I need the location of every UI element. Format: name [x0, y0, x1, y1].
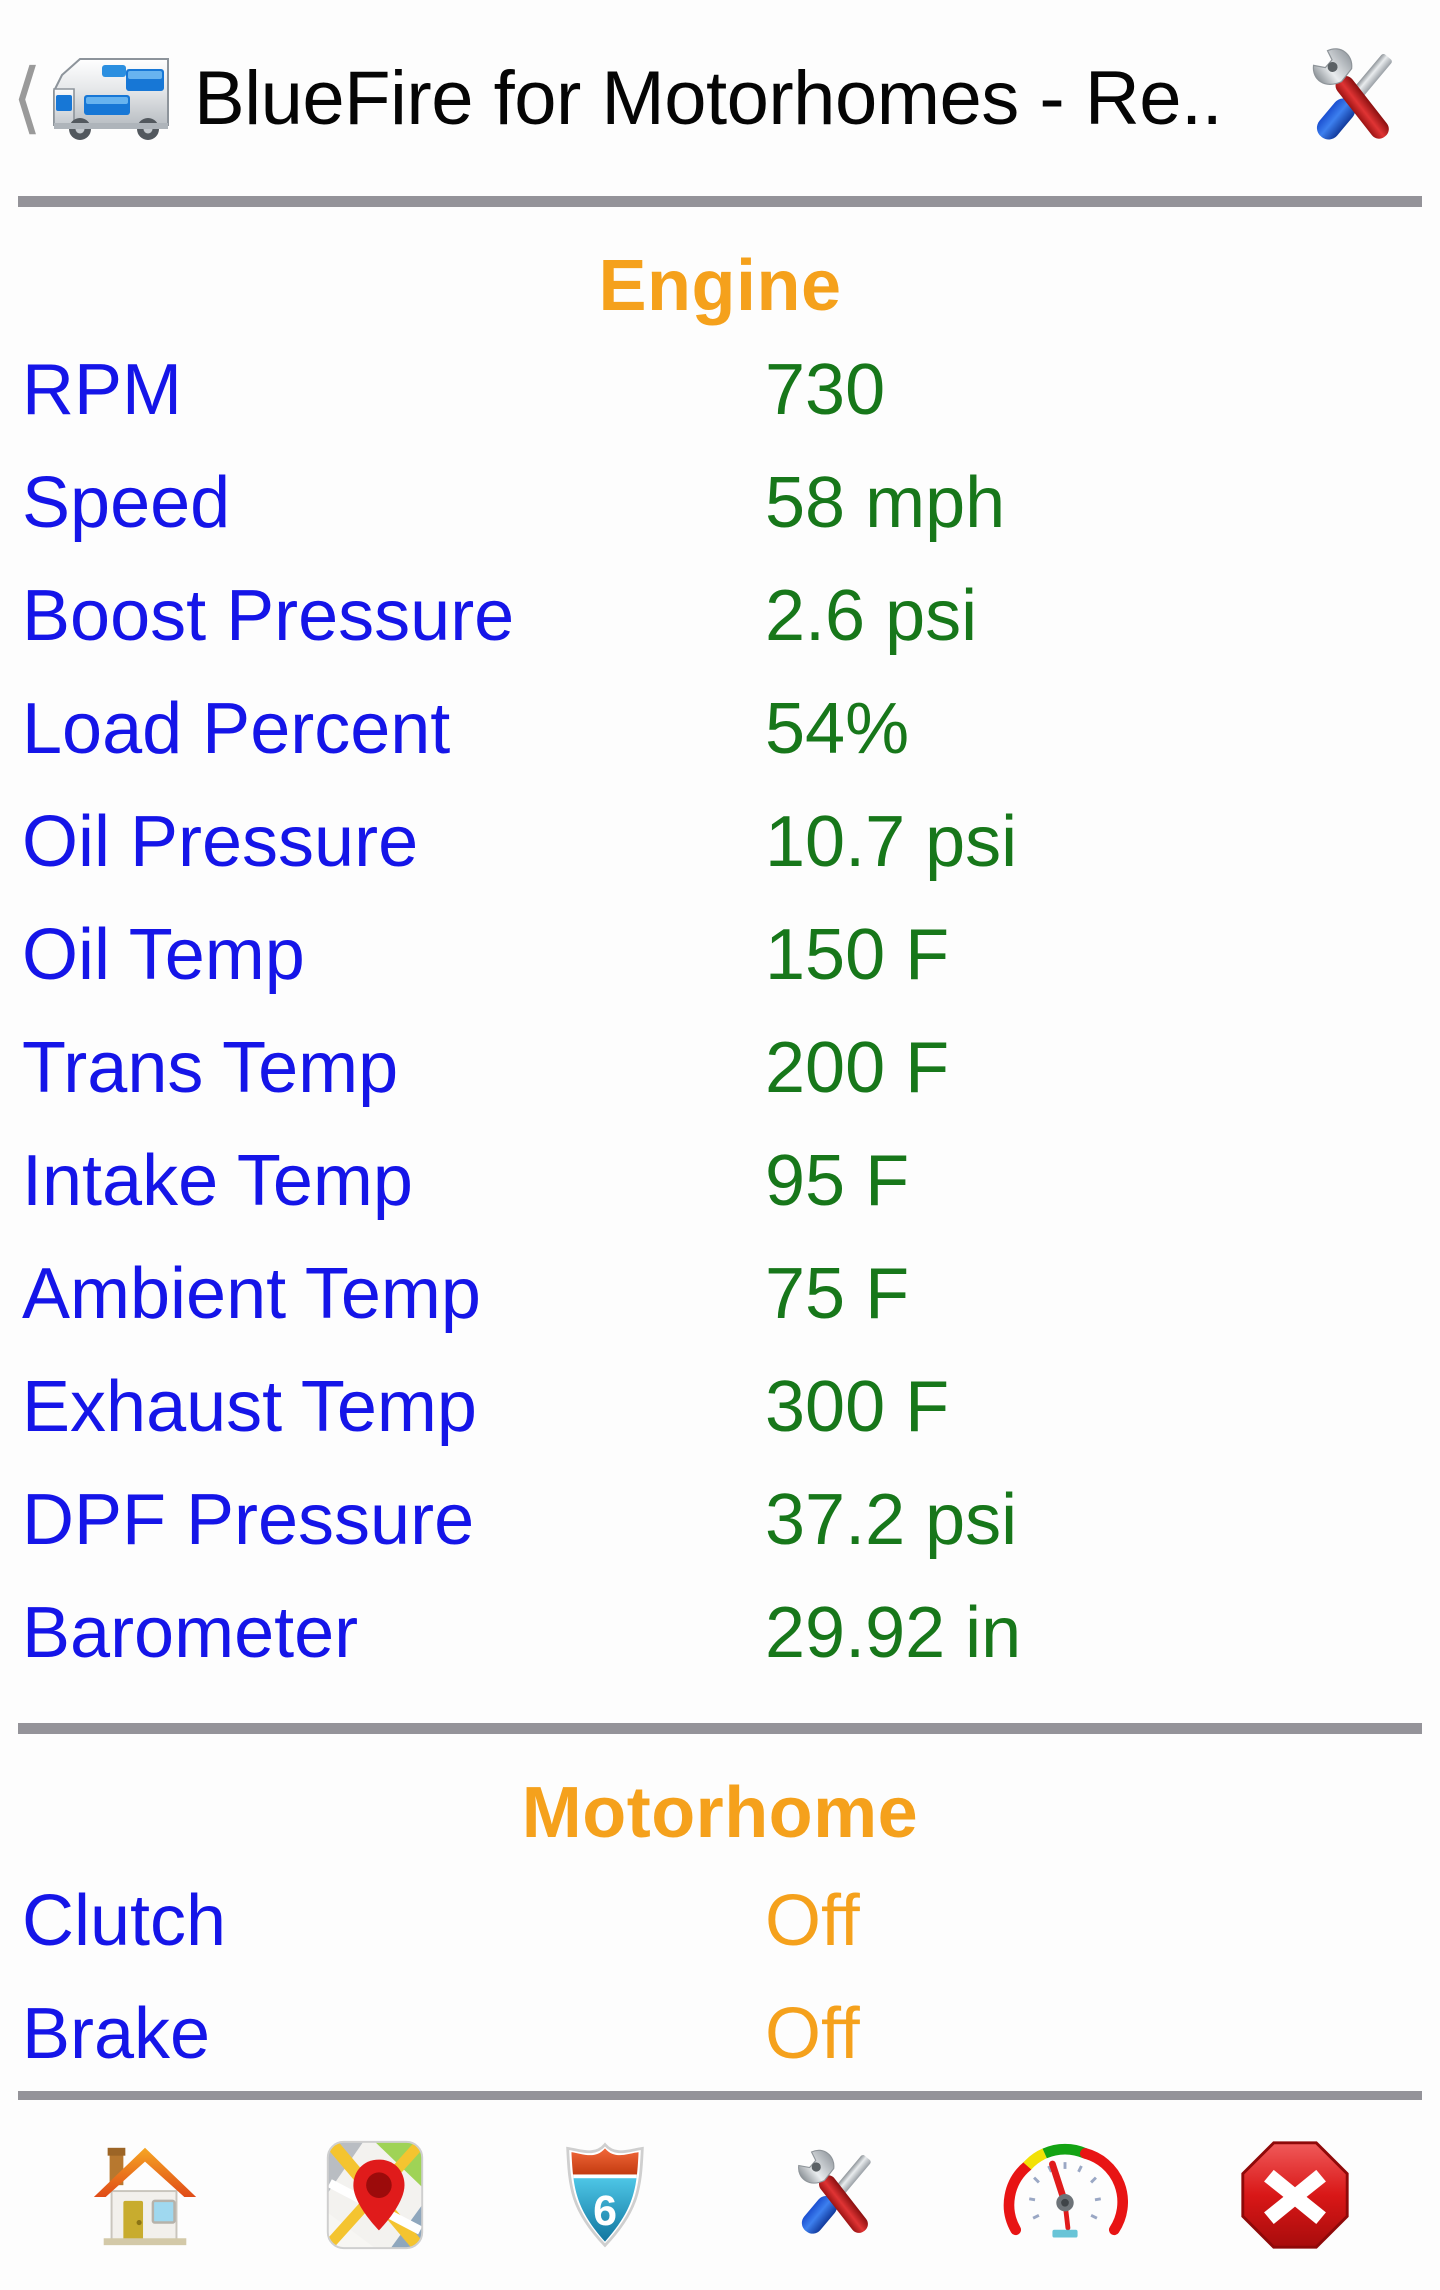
table-row[interactable]: Exhaust Temp 300 F [0, 1366, 1440, 1479]
app-root: ⟨ BlueFire for Motorhomes - Re.. Engine … [0, 0, 1440, 2290]
motorhome-icon[interactable] [40, 39, 180, 157]
table-row[interactable]: RPM 730 [0, 349, 1440, 462]
engine-rows: RPM 730 Speed 58 mph Boost Pressure 2.6 … [0, 349, 1440, 1705]
nav-home-button[interactable] [70, 2120, 220, 2270]
highway-shield-icon: 6 [549, 2136, 661, 2254]
row-label: RPM [22, 350, 182, 430]
nav-exit-button[interactable] [1220, 2120, 1370, 2270]
section-title-engine: Engine [598, 246, 842, 326]
bottom-navigation-bar: 6 [0, 2100, 1440, 2290]
row-value: 150 F [765, 915, 950, 995]
row-label: Clutch [22, 1881, 227, 1961]
table-row[interactable]: Ambient Temp 75 F [0, 1253, 1440, 1366]
row-value: 29.92 in [765, 1593, 1022, 1673]
row-value: 730 [765, 350, 886, 430]
table-row[interactable]: Load Percent 54% [0, 688, 1440, 801]
row-value: 95 F [765, 1141, 910, 1221]
section-title-motorhome: Motorhome [521, 1773, 919, 1853]
row-value: Off [765, 1994, 860, 2074]
row-label: Boost Pressure [22, 576, 515, 656]
nav-tools-button[interactable] [760, 2120, 910, 2270]
motorhome-rows: Clutch Off Brake Off [0, 1880, 1440, 2091]
stop-icon [1237, 2137, 1353, 2253]
row-label: Brake [22, 1994, 211, 2074]
map-icon [316, 2136, 434, 2254]
nav-highway-button[interactable]: 6 [530, 2120, 680, 2270]
footer-divider [18, 2091, 1422, 2100]
page-title: BlueFire for Motorhomes - Re.. [194, 55, 1223, 141]
table-row[interactable]: Boost Pressure 2.6 psi [0, 575, 1440, 688]
row-value: 300 F [765, 1367, 950, 1447]
row-label: Load Percent [22, 689, 451, 769]
row-label: Trans Temp [22, 1028, 399, 1108]
row-label: Intake Temp [22, 1141, 413, 1221]
table-row[interactable]: Speed 58 mph [0, 462, 1440, 575]
table-row[interactable]: Oil Temp 150 F [0, 914, 1440, 1027]
row-value: 2.6 psi [765, 576, 978, 656]
gauge-icon [1002, 2137, 1128, 2253]
row-label: Barometer [22, 1593, 359, 1673]
back-chevron-icon[interactable]: ⟨ [10, 50, 44, 146]
row-label: Oil Pressure [22, 802, 419, 882]
row-value: Off [765, 1881, 860, 1961]
nav-map-button[interactable] [300, 2120, 450, 2270]
gauge-list[interactable]: Engine RPM 730 Speed 58 mph Boost Pressu… [0, 207, 1440, 2091]
row-value: 58 mph [765, 463, 1006, 543]
section-divider [18, 1723, 1422, 1734]
svg-text:6: 6 [593, 2187, 617, 2235]
row-label: DPF Pressure [22, 1480, 475, 1560]
tools-icon [775, 2133, 895, 2258]
row-label: Oil Temp [22, 915, 305, 995]
table-row[interactable]: Clutch Off [0, 1880, 1440, 1993]
home-icon [86, 2136, 204, 2254]
row-label: Ambient Temp [22, 1254, 481, 1334]
nav-gauges-button[interactable] [990, 2120, 1140, 2270]
table-row[interactable]: Oil Pressure 10.7 psi [0, 801, 1440, 914]
table-row[interactable]: Brake Off [0, 1993, 1440, 2091]
table-row[interactable]: DPF Pressure 37.2 psi [0, 1479, 1440, 1592]
row-label: Exhaust Temp [22, 1367, 477, 1447]
tools-icon[interactable] [1288, 30, 1418, 166]
header-divider [18, 196, 1422, 207]
row-value: 200 F [765, 1028, 950, 1108]
row-value: 75 F [765, 1254, 910, 1334]
table-row[interactable]: Intake Temp 95 F [0, 1140, 1440, 1253]
row-value: 10.7 psi [765, 802, 1018, 882]
table-row[interactable]: Barometer 29.92 in [0, 1592, 1440, 1705]
row-value: 37.2 psi [765, 1480, 1018, 1560]
row-label: Speed [22, 463, 231, 543]
row-value: 54% [765, 689, 910, 769]
title-bar: ⟨ BlueFire for Motorhomes - Re.. [0, 0, 1440, 196]
table-row[interactable]: Trans Temp 200 F [0, 1027, 1440, 1140]
